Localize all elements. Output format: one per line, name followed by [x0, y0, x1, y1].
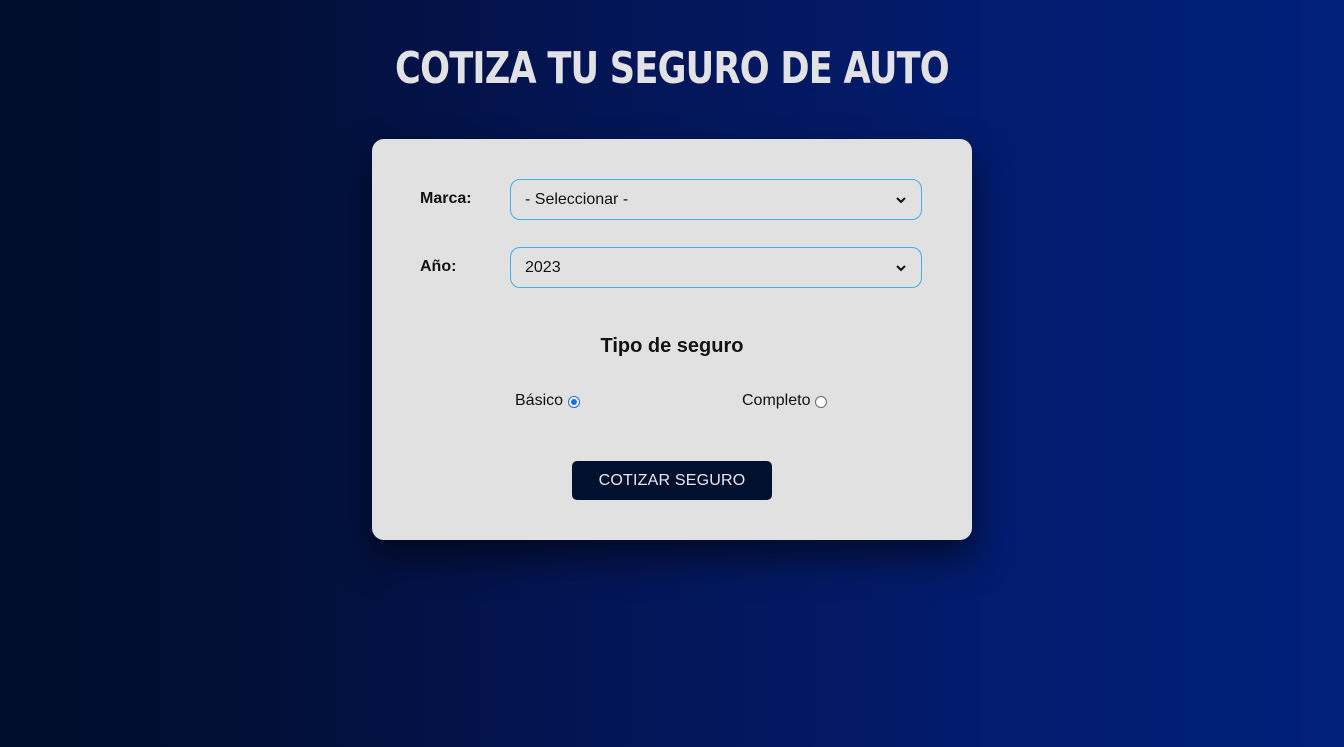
insurance-type-heading: Tipo de seguro — [600, 335, 744, 357]
quote-submit-button[interactable]: Cotizar Seguro — [572, 461, 772, 500]
radio-complete[interactable] — [815, 396, 828, 408]
radio-label-basic: Básico — [515, 392, 564, 409]
year-label: Año: — [420, 258, 457, 275]
brand-select-value: - Seleccionar - — [525, 190, 629, 208]
chevron-down-icon — [895, 262, 907, 274]
year-select[interactable]: 2023 — [510, 247, 922, 288]
brand-label: Marca: — [420, 190, 472, 207]
brand-select[interactable]: - Seleccionar - — [510, 179, 922, 220]
page-title: Cotiza tu Seguro de Auto — [395, 43, 950, 94]
radio-basic[interactable] — [568, 396, 581, 408]
radio-option-basic[interactable]: Básico — [515, 392, 581, 410]
year-select-value: 2023 — [525, 258, 561, 276]
radio-label-complete: Completo — [742, 392, 811, 409]
quote-form-card: Marca: - Seleccionar - Año: 2023 Tipo de… — [372, 139, 972, 540]
radio-option-complete[interactable]: Completo — [742, 392, 828, 410]
chevron-down-icon — [895, 194, 907, 206]
